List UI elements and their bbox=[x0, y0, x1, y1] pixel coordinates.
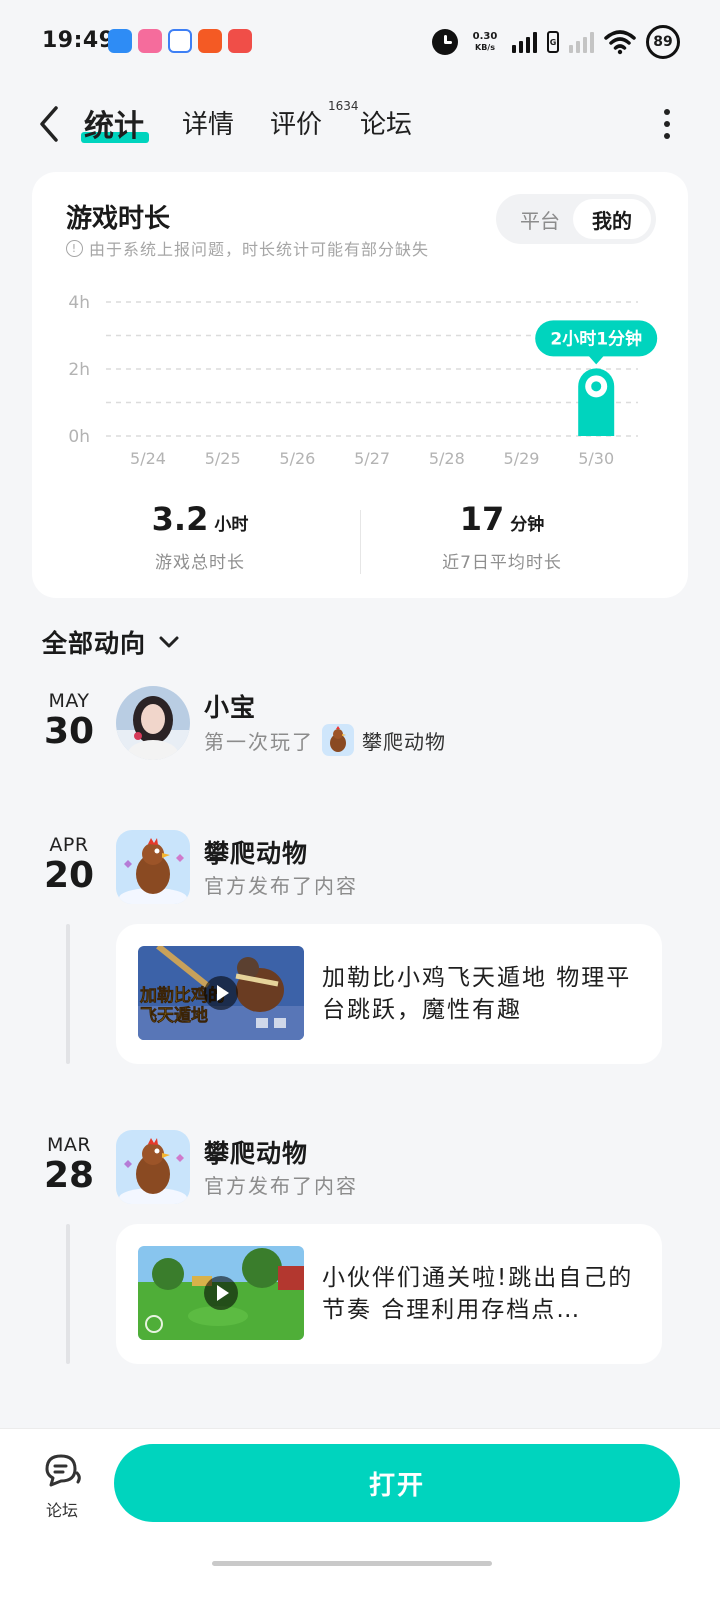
toggle-platform[interactable]: 平台 bbox=[501, 199, 579, 239]
video-thumbnail[interactable]: 加勒比鸡的飞天遁地 bbox=[138, 946, 304, 1040]
chart-x-tick-label: 5/29 bbox=[504, 449, 540, 468]
wifi-icon bbox=[604, 30, 636, 55]
network-speed-value: 0.30 bbox=[472, 31, 498, 42]
chart-x-tick-label: 5/27 bbox=[354, 449, 390, 468]
chart-y-tick-label: 4h bbox=[68, 293, 90, 313]
activity-user-name[interactable]: 小宝 bbox=[204, 688, 256, 724]
chart-y-tick-label: 2h bbox=[68, 360, 90, 380]
signal-strength-secondary-icon bbox=[569, 31, 594, 53]
chart-tooltip-pointer bbox=[588, 355, 605, 365]
network-speed-unit: KB/s bbox=[475, 43, 495, 52]
post-text: 加勒比小鸡飞天遁地 物理平台跳跃，魔性有趣 bbox=[322, 965, 632, 1023]
activity-description: 官方发布了内容 bbox=[204, 1174, 358, 1198]
activity-game-title[interactable]: 攀爬动物 bbox=[204, 1134, 308, 1170]
activity-month: MAR bbox=[46, 1134, 92, 1156]
playtime-chart: 4h 2h 0h 5/24 5/25 5/26 5/27 5/28 5/29 5/30 2小时1分钟 bbox=[68, 293, 658, 468]
chart-tooltip-label: 2小时1分钟 bbox=[550, 328, 642, 349]
avatar[interactable] bbox=[116, 686, 190, 760]
chart-bar-marker-dot bbox=[591, 381, 602, 392]
activity-month: APR bbox=[49, 834, 89, 856]
total-playtime-unit: 小时 bbox=[214, 515, 249, 535]
chart-y-tick-label: 0h bbox=[68, 427, 90, 447]
network-speed: 0.30 KB/s bbox=[468, 31, 502, 53]
chevron-down-icon bbox=[159, 636, 179, 648]
post-card[interactable]: 加勒比鸡的飞天遁地 加勒比小鸡飞天遁地 物理平台跳跃，魔性有趣 bbox=[116, 924, 662, 1064]
home-indicator[interactable] bbox=[212, 1561, 492, 1566]
forum-chat-icon bbox=[45, 1454, 81, 1487]
total-playtime-stat: 3.2 小时 游戏总时长 bbox=[60, 500, 340, 573]
tab-statistics[interactable]: 统计 bbox=[84, 101, 144, 145]
activity-action: 第一次玩了 bbox=[204, 729, 314, 754]
alarm-clock-icon bbox=[432, 29, 458, 55]
forum-button[interactable]: 论坛 bbox=[30, 1451, 94, 1521]
activity-date: MAY 30 bbox=[34, 690, 104, 752]
tab-forum[interactable]: 论坛 bbox=[360, 104, 412, 141]
reviews-count-badge: 1634 bbox=[328, 99, 359, 113]
chart-x-tick-label: 5/25 bbox=[205, 449, 241, 468]
activity-date: MAR 28 bbox=[34, 1134, 104, 1196]
game-icon[interactable] bbox=[116, 1130, 190, 1204]
post-text: 小伙伴们通关啦!跳出自己的节奏 合理利用存档点… bbox=[322, 1265, 634, 1323]
forum-label: 论坛 bbox=[45, 1501, 78, 1520]
bilibili-app-icon bbox=[138, 29, 162, 53]
tab-details[interactable]: 详情 bbox=[182, 104, 234, 141]
status-bar: 19:49 0.30 KB/s G 89 bbox=[0, 0, 720, 84]
activity-game-name[interactable]: 攀爬动物 bbox=[362, 726, 446, 755]
bottom-action-bar: 论坛 打开 bbox=[0, 1428, 720, 1608]
activity-day: 28 bbox=[43, 1155, 95, 1196]
chart-x-tick-label: 5/24 bbox=[130, 449, 166, 468]
activity-filter[interactable]: 全部动向 bbox=[42, 624, 182, 660]
chat-app-icon bbox=[168, 29, 192, 53]
music-app-icon bbox=[228, 29, 252, 53]
store-app-icon bbox=[198, 29, 222, 53]
more-options-icon[interactable] bbox=[664, 109, 672, 139]
activity-month: MAY bbox=[48, 690, 90, 712]
average-playtime-unit: 分钟 bbox=[510, 515, 545, 535]
platform-mine-toggle: 平台 我的 bbox=[496, 194, 656, 244]
stat-divider bbox=[360, 510, 361, 574]
activity-title: 全部动向 bbox=[42, 629, 147, 658]
signal-strength-icon bbox=[512, 31, 537, 53]
activity-date: APR 20 bbox=[34, 834, 104, 896]
timeline-line bbox=[66, 924, 70, 1064]
play-icon[interactable] bbox=[204, 976, 238, 1010]
game-thumbnail-icon[interactable] bbox=[322, 724, 354, 756]
chart-x-tick-label: 5/26 bbox=[279, 449, 315, 468]
activity-day: 30 bbox=[43, 711, 95, 752]
average-playtime-label: 近7日平均时长 bbox=[442, 553, 562, 573]
tab-reviews[interactable]: 评价 bbox=[270, 104, 322, 141]
video-thumbnail[interactable] bbox=[138, 1246, 304, 1340]
playtime-card: 游戏时长 ! 由于系统上报问题，时长统计可能有部分缺失 平台 我的 4h 2h 0h… bbox=[32, 172, 688, 598]
total-playtime-label: 游戏总时长 bbox=[155, 553, 245, 573]
chart-x-tick-label: 5/30 bbox=[578, 449, 614, 468]
chart-x-tick-label: 5/28 bbox=[429, 449, 465, 468]
battery-icon: 89 bbox=[646, 25, 680, 59]
playtime-notice: ! 由于系统上报问题，时长统计可能有部分缺失 bbox=[66, 236, 429, 260]
status-indicators: 0.30 KB/s G 89 bbox=[432, 22, 680, 62]
open-game-button[interactable]: 打开 bbox=[114, 1444, 680, 1522]
notice-text: 由于系统上报问题，时长统计可能有部分缺失 bbox=[89, 240, 430, 259]
camera-app-icon bbox=[108, 29, 132, 53]
playtime-title: 游戏时长 bbox=[66, 204, 171, 234]
tab-header: 统计 详情 评价 1634 论坛 bbox=[0, 92, 720, 156]
activity-game-title[interactable]: 攀爬动物 bbox=[204, 834, 308, 870]
back-arrow-icon[interactable] bbox=[34, 104, 64, 144]
network-type-icon: G bbox=[547, 31, 559, 53]
average-playtime-value: 17 bbox=[459, 500, 505, 538]
status-time: 19:49 bbox=[42, 28, 115, 53]
info-icon: ! bbox=[66, 239, 83, 257]
activity-day: 20 bbox=[43, 855, 95, 896]
activity-description: 官方发布了内容 bbox=[204, 874, 358, 898]
toggle-mine[interactable]: 我的 bbox=[573, 199, 651, 239]
timeline-line bbox=[66, 1224, 70, 1364]
average-playtime-stat: 17 分钟 近7日平均时长 bbox=[362, 500, 642, 573]
play-icon[interactable] bbox=[204, 1276, 238, 1310]
notification-icons bbox=[108, 29, 252, 53]
total-playtime-value: 3.2 bbox=[151, 500, 209, 538]
post-card[interactable]: 小伙伴们通关啦!跳出自己的节奏 合理利用存档点… bbox=[116, 1224, 662, 1364]
game-icon[interactable] bbox=[116, 830, 190, 904]
activity-description: 第一次玩了 攀爬动物 bbox=[204, 724, 446, 756]
